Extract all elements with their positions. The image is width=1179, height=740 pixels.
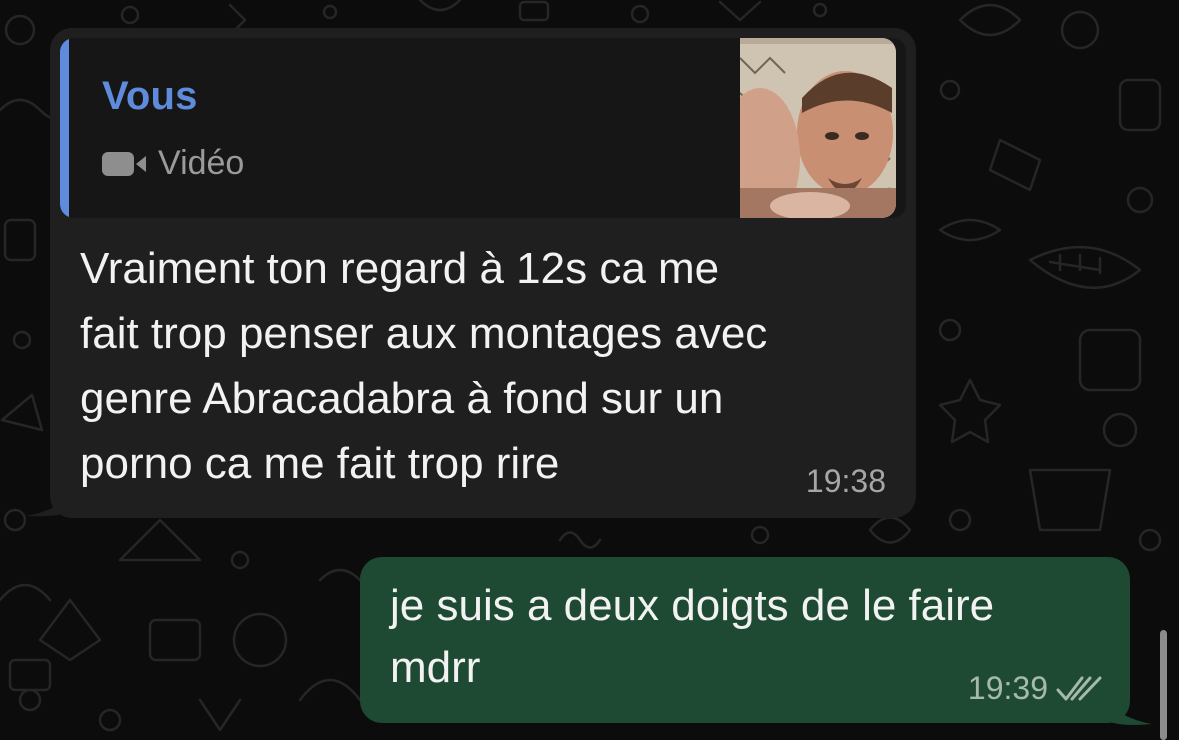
outgoing-message-bubble[interactable]: je suis a deux doigts de le faire mdrr 1… — [360, 557, 1130, 723]
thumbnail-image — [740, 38, 896, 218]
message-meta: 19:39 — [968, 670, 1104, 707]
message-line: porno ca me fait trop rire — [80, 439, 560, 488]
video-camera-icon — [102, 151, 146, 176]
double-check-icon — [1056, 676, 1102, 700]
message-timestamp: 19:38 — [805, 463, 886, 499]
reply-media-type: Vidéo — [102, 144, 244, 183]
message-timestamp: 19:39 — [967, 670, 1048, 706]
incoming-message-bubble[interactable]: Vous Vidéo Vraiment ton regard à 12s ca … — [50, 28, 916, 518]
reply-author: Vous — [102, 74, 198, 118]
message-line: Vraiment ton regard à 12s ca me — [80, 244, 720, 293]
video-thumbnail[interactable] — [740, 38, 896, 218]
message-line: je suis a deux doigts de le faire — [390, 581, 995, 630]
scrollbar[interactable] — [1160, 630, 1167, 740]
chat-view: Vous Vidéo Vraiment ton regard à 12s ca … — [0, 0, 1179, 740]
reply-media-label: Vidéo — [158, 144, 245, 182]
message-line: mdrr — [390, 643, 481, 692]
reply-accent-bar — [60, 38, 69, 218]
message-line: genre Abracadabra à fond sur un — [80, 374, 724, 423]
incoming-message-text: Vraiment ton regard à 12s ca me fait tro… — [80, 236, 900, 496]
message-line: fait trop penser aux montages avec — [80, 309, 768, 358]
quoted-reply[interactable]: Vous Vidéo — [60, 38, 906, 218]
